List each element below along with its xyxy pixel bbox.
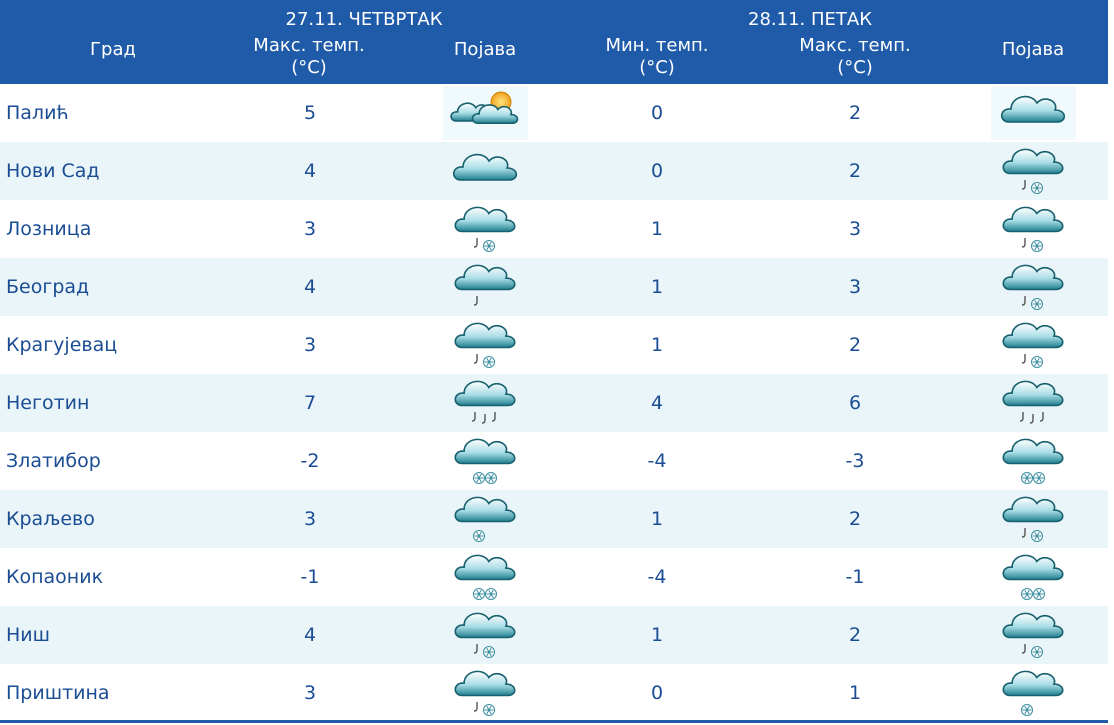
city-name[interactable]: Златибор [6, 432, 226, 490]
day1-max-temp: 5 [303, 102, 317, 124]
day1-max-temp: 3 [303, 508, 317, 530]
sleet-icon [991, 260, 1076, 314]
light-snow-icon [443, 492, 528, 546]
city-name[interactable]: Нови Сад [6, 142, 226, 200]
day2-date: 28.11. ПЕТАК [748, 9, 872, 30]
col-day2-min-header: Мин. темп. (°C) [557, 35, 757, 79]
day1-max-temp: 7 [303, 392, 317, 414]
sleet-icon [991, 492, 1076, 546]
sleet-icon [443, 202, 528, 256]
day1-max-temp: -2 [300, 450, 320, 472]
light-snow-icon [991, 666, 1076, 720]
day2-max-temp: 2 [848, 102, 862, 124]
table-header: 27.11. ЧЕТВРТАК 28.11. ПЕТАК Град Макс. … [0, 0, 1108, 84]
table-row: Палић 5 0 2 [0, 84, 1108, 142]
cloudy-icon [443, 144, 528, 198]
day2-max-temp: 3 [848, 276, 862, 298]
day1-date: 27.11. ЧЕТВРТАК [285, 9, 443, 30]
col-day2-max-unit: (°C) [837, 57, 873, 78]
day1-max-temp: 3 [303, 218, 317, 240]
city-name[interactable]: Ниш [6, 606, 226, 664]
table-row: Лозница 3 1 3 [0, 200, 1108, 258]
city-name[interactable]: Београд [6, 258, 226, 316]
col-day1-max-header: Макс. темп. (°C) [209, 35, 409, 79]
day2-max-temp: -1 [845, 566, 865, 588]
city-name[interactable]: Неготин [6, 374, 226, 432]
table-row: Краљево 3 1 2 [0, 490, 1108, 548]
rain-icon [991, 376, 1076, 430]
table-row: Нови Сад 4 0 2 [0, 142, 1108, 200]
day2-max-temp: 2 [848, 160, 862, 182]
col-day2-max-header: Макс. темп. (°C) [755, 35, 955, 79]
table-row: Ниш 4 1 2 [0, 606, 1108, 664]
table-row: Приштина 3 0 1 [0, 664, 1108, 722]
table-bottom-border [0, 720, 1108, 723]
city-name[interactable]: Приштина [6, 664, 226, 722]
partly-cloudy-icon [443, 86, 528, 140]
sleet-icon [443, 318, 528, 372]
table-row: Копаоник -1 -4 -1 [0, 548, 1108, 606]
day2-max-temp: 3 [848, 218, 862, 240]
day1-max-temp: -1 [300, 566, 320, 588]
day2-min-temp: 0 [650, 160, 664, 182]
sleet-icon [991, 608, 1076, 662]
city-name[interactable]: Копаоник [6, 548, 226, 606]
snow-icon [991, 434, 1076, 488]
snow-icon [443, 434, 528, 488]
sleet-icon [991, 144, 1076, 198]
city-name[interactable]: Палић [6, 84, 226, 142]
rain-icon [443, 376, 528, 430]
snow-icon [991, 550, 1076, 604]
snow-icon [443, 550, 528, 604]
day2-min-temp: 1 [650, 508, 664, 530]
col-day2-min-unit: (°C) [639, 57, 675, 78]
day2-max-temp: 2 [848, 334, 862, 356]
day2-max-temp: -3 [845, 450, 865, 472]
table-row: Крагујевац 3 1 2 [0, 316, 1108, 374]
sleet-icon [991, 318, 1076, 372]
day2-min-temp: 1 [650, 624, 664, 646]
table-row: Златибор -2 -4 -3 [0, 432, 1108, 490]
col-day1-phenomenon-header: Појава [453, 39, 517, 60]
day1-max-temp: 4 [303, 160, 317, 182]
light-rain-icon [443, 260, 528, 314]
sleet-icon [443, 666, 528, 720]
city-name[interactable]: Лозница [6, 200, 226, 258]
day2-max-temp: 1 [848, 682, 862, 704]
day2-min-temp: 1 [650, 218, 664, 240]
sleet-icon [991, 202, 1076, 256]
city-name[interactable]: Крагујевац [6, 316, 226, 374]
day1-max-temp: 4 [303, 624, 317, 646]
table-row: Неготин 7 4 6 [0, 374, 1108, 432]
day2-min-temp: -4 [647, 450, 667, 472]
col-city-header: Град [90, 39, 136, 60]
day2-max-temp: 2 [848, 508, 862, 530]
col-day2-min-label: Мин. темп. [605, 35, 709, 56]
day2-min-temp: 0 [650, 682, 664, 704]
table-row: Београд 4 1 3 [0, 258, 1108, 316]
day2-max-temp: 6 [848, 392, 862, 414]
day2-min-temp: 1 [650, 276, 664, 298]
day1-max-temp: 4 [303, 276, 317, 298]
day1-max-temp: 3 [303, 682, 317, 704]
forecast-table: 27.11. ЧЕТВРТАК 28.11. ПЕТАК Град Макс. … [0, 0, 1108, 722]
col-day2-max-label: Макс. темп. [799, 35, 911, 56]
col-day1-max-unit: (°C) [291, 57, 327, 78]
cloudy-icon [991, 86, 1076, 140]
col-day2-phenomenon-header: Појава [1001, 39, 1065, 60]
day2-min-temp: 4 [650, 392, 664, 414]
day1-max-temp: 3 [303, 334, 317, 356]
sleet-icon [443, 608, 528, 662]
col-day1-max-label: Макс. темп. [253, 35, 365, 56]
table-body: Палић 5 0 2 Нови Сад 4 0 2 Лозница 3 1 3 Београд 4 1 3 К… [0, 84, 1108, 722]
day2-max-temp: 2 [848, 624, 862, 646]
city-name[interactable]: Краљево [6, 490, 226, 548]
day2-min-temp: 0 [650, 102, 664, 124]
day2-min-temp: -4 [647, 566, 667, 588]
day2-min-temp: 1 [650, 334, 664, 356]
